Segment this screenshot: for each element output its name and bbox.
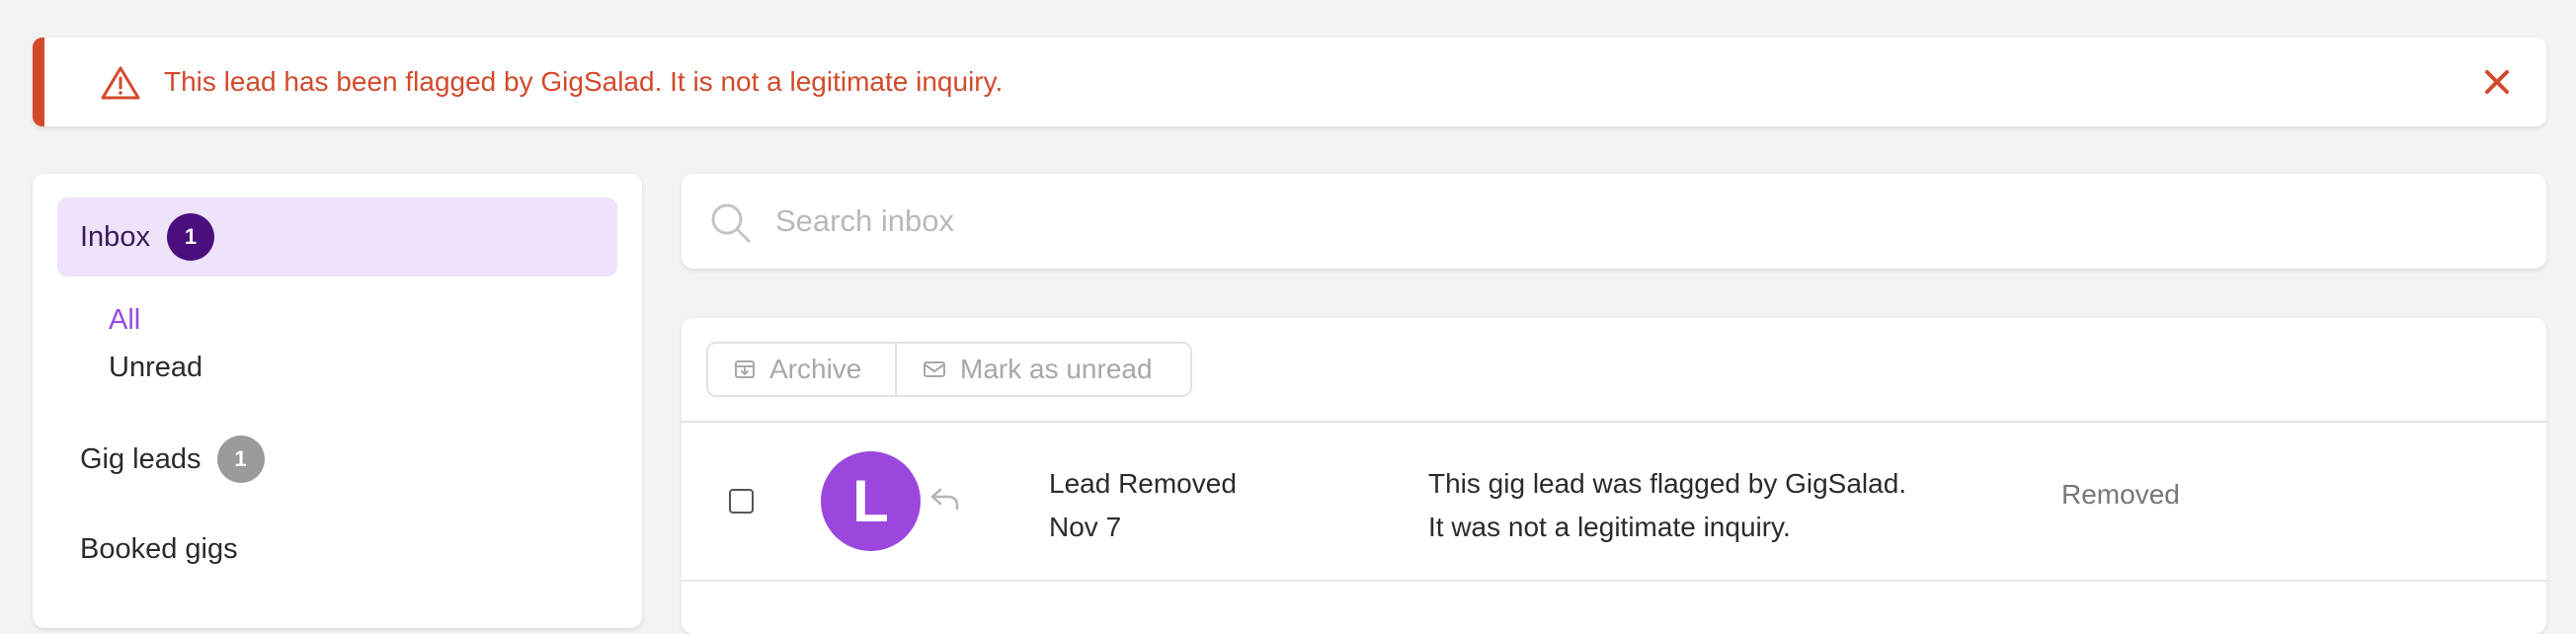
archive-button[interactable]: Archive (706, 342, 897, 397)
gig-leads-count-badge: 1 (216, 436, 265, 483)
divider (682, 580, 2546, 582)
sidebar-item-label: Gig leads (80, 442, 201, 475)
message-title: Lead Removed (1049, 468, 1237, 499)
message-status: Removed (2061, 479, 2180, 510)
sidebar-item-booked-gigs[interactable]: Booked gigs (80, 529, 238, 569)
close-icon (2485, 70, 2509, 94)
warning-triangle-icon (101, 66, 140, 100)
mark-as-unread-button[interactable]: Mark as unread (897, 342, 1192, 397)
message-preview: This gig lead was flagged by GigSalad. I… (1428, 462, 1906, 549)
sidebar-item-gig-leads[interactable]: Gig leads 1 (80, 434, 265, 485)
message-row[interactable]: L Lead Removed Nov 7 This gig lead was f… (682, 423, 2546, 580)
filter-unread[interactable]: Unread (109, 352, 202, 384)
filter-all[interactable]: All (109, 304, 140, 337)
message-toolbar: Archive Mark as unread (706, 342, 1192, 397)
search-icon (711, 203, 751, 243)
search-bar (682, 174, 2546, 269)
mark-as-unread-label: Mark as unread (960, 354, 1153, 384)
flag-alert-banner: This lead has been flagged by GigSalad. … (33, 38, 2546, 126)
sidebar-item-inbox[interactable]: Inbox 1 (57, 198, 617, 277)
message-preview-line: It was not a legitimate inquiry. (1428, 512, 1791, 542)
message-list-panel: Archive Mark as unread L Lead Removed No… (682, 318, 2546, 634)
message-date: Nov 7 (1049, 512, 1122, 542)
message-preview-line: This gig lead was flagged by GigSalad. (1428, 468, 1907, 499)
archive-label: Archive (769, 354, 862, 384)
envelope-icon (924, 361, 945, 377)
sidebar-item-label: Booked gigs (80, 532, 238, 565)
avatar: L (821, 451, 921, 551)
alert-close-button[interactable] (2477, 62, 2517, 102)
message-meta: Lead Removed Nov 7 (1049, 462, 1237, 549)
sidebar-item-label: Inbox (80, 220, 150, 253)
search-input[interactable] (775, 192, 2514, 251)
alert-accent-bar (33, 38, 44, 126)
inbox-count-badge: 1 (166, 213, 214, 261)
alert-message: This lead has been flagged by GigSalad. … (164, 66, 1004, 97)
message-select-checkbox[interactable] (729, 489, 754, 514)
inbox-sidebar: Inbox 1 All Unread Gig leads 1 Booked gi… (33, 174, 642, 628)
reply-icon (930, 488, 959, 511)
archive-icon (735, 360, 755, 378)
